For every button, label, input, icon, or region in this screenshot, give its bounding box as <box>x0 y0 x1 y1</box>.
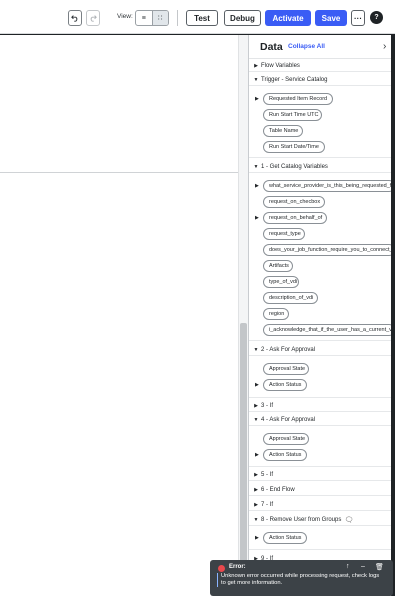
data-panel: Data Collapse All › ▶ Flow Variables ▼ T… <box>248 35 391 596</box>
caret-right-icon[interactable]: ▶ <box>255 96 259 102</box>
pill-run-start-time-utc[interactable]: Run Start Time UTC <box>263 109 322 121</box>
caret-down-icon: ▼ <box>253 76 259 83</box>
caret-right-icon: ▶ <box>254 402 258 409</box>
caret-down-icon: ▼ <box>253 163 259 170</box>
section-divider <box>249 549 391 550</box>
section-title: 7 - If <box>261 501 274 508</box>
view-label: View: <box>117 13 133 20</box>
canvas-scrollbar[interactable] <box>238 35 248 596</box>
section-trigger[interactable]: ▼ Trigger - Service Catalog <box>249 74 391 86</box>
toast-message: Unknown error occurred while processing … <box>217 573 385 587</box>
panel-edge <box>391 35 395 596</box>
redo-button[interactable] <box>86 10 100 26</box>
redo-icon <box>90 15 97 22</box>
pill-does-your-job-function[interactable]: does_your_job_function_require_you_to_co… <box>263 244 391 256</box>
section-title: 4 - Ask For Approval <box>261 416 316 423</box>
section-remove-user-from-groups-8[interactable]: ▼ 8 - Remove User from Groups 🗨 <box>249 514 391 526</box>
section-divider <box>249 340 391 341</box>
section-flow-variables[interactable]: ▶ Flow Variables <box>249 60 391 72</box>
canvas-scrollbar-thumb[interactable] <box>240 323 247 565</box>
section-title: 2 - Ask For Approval <box>261 346 316 353</box>
section-divider <box>249 157 391 158</box>
section-divider <box>249 397 391 398</box>
section-ask-for-approval-4[interactable]: ▼ 4 - Ask For Approval <box>249 414 391 426</box>
minimize-icon[interactable]: – <box>361 563 365 570</box>
section-title: Flow Variables <box>261 62 300 69</box>
pill-table-name[interactable]: Table Name <box>263 125 303 137</box>
caret-right-icon: ▶ <box>254 486 258 493</box>
section-get-catalog-variables[interactable]: ▼ 1 - Get Catalog Variables <box>249 161 391 173</box>
data-panel-title: Data <box>260 41 283 53</box>
flow-canvas[interactable] <box>0 35 248 596</box>
flow-toolbar: View: ≡ ∷ Test Debug Activate Save ··· ? <box>0 0 395 34</box>
pill-type-of-vdi[interactable]: type_of_vdi <box>263 276 299 288</box>
pill-request-on-checkbox[interactable]: request_on_checbox <box>263 196 325 208</box>
caret-right-icon: ▶ <box>254 62 258 69</box>
section-if-3[interactable]: ▶ 3 - If <box>249 400 391 412</box>
comment-icon[interactable]: 🗨 <box>344 516 353 524</box>
undo-button[interactable] <box>68 10 82 26</box>
pill-what-service-provider[interactable]: what_service_provider_is_this_being_requ… <box>263 180 391 192</box>
caret-down-icon: ▼ <box>253 416 259 423</box>
section-if-5[interactable]: ▶ 5 - If <box>249 469 391 481</box>
section-title: 5 - If <box>261 471 274 478</box>
debug-button[interactable]: Debug <box>224 10 261 26</box>
section-title: 1 - Get Catalog Variables <box>261 163 328 170</box>
collapse-all-link[interactable]: Collapse All <box>288 43 325 50</box>
pill-action-status[interactable]: Action Status <box>263 379 307 391</box>
pill-approval-state[interactable]: Approval State <box>263 363 309 375</box>
section-if-7[interactable]: ▶ 7 - If <box>249 499 391 511</box>
section-title: Trigger - Service Catalog <box>261 76 328 83</box>
pill-request-type[interactable]: request_type <box>263 228 305 240</box>
pill-artifacts[interactable]: Artifacts <box>263 260 293 272</box>
caret-right-icon[interactable]: ▶ <box>255 452 259 458</box>
pill-run-start-datetime[interactable]: Run Start Date/Time <box>263 141 325 153</box>
view-toggle: ≡ ∷ <box>135 10 169 26</box>
list-view-icon[interactable]: ≡ <box>136 11 152 25</box>
grid-view-icon[interactable]: ∷ <box>151 11 168 25</box>
test-button[interactable]: Test <box>186 10 218 26</box>
toast-title: Error: <box>229 564 246 570</box>
save-button[interactable]: Save <box>315 10 347 26</box>
caret-right-icon: ▶ <box>254 471 258 478</box>
activate-button[interactable]: Activate <box>265 10 311 26</box>
pill-i-acknowledge[interactable]: i_acknowledge_that_if_the_user_has_a_cur… <box>263 324 391 336</box>
pill-approval-state[interactable]: Approval State <box>263 433 309 445</box>
caret-right-icon[interactable]: ▶ <box>255 382 259 388</box>
caret-right-icon: ▶ <box>254 501 258 508</box>
caret-right-icon[interactable]: ▶ <box>255 535 259 541</box>
data-panel-header: Data Collapse All › <box>249 35 391 59</box>
pill-action-status[interactable]: Action Status <box>263 532 307 544</box>
trash-icon[interactable]: 🗑 <box>375 563 384 571</box>
section-ask-for-approval-2[interactable]: ▼ 2 - Ask For Approval <box>249 344 391 356</box>
section-title: 6 - End Flow <box>261 486 295 493</box>
section-end-flow-6[interactable]: ▶ 6 - End Flow <box>249 484 391 496</box>
toolbar-divider <box>177 10 178 26</box>
error-icon <box>218 565 225 572</box>
pill-request-on-behalf-of[interactable]: request_on_behalf_of <box>263 212 327 224</box>
more-options-button[interactable]: ··· <box>351 10 365 26</box>
caret-down-icon: ▼ <box>253 346 259 353</box>
undo-icon <box>71 15 78 22</box>
help-icon[interactable]: ? <box>370 11 383 24</box>
canvas-divider <box>0 172 238 173</box>
upload-icon[interactable]: ↑ <box>346 563 350 570</box>
caret-right-icon[interactable]: ▶ <box>255 215 259 221</box>
close-panel-icon[interactable]: › <box>383 41 386 52</box>
section-title: 8 - Remove User from Groups <box>261 516 342 523</box>
pill-region[interactable]: region <box>263 308 289 320</box>
pill-action-status[interactable]: Action Status <box>263 449 307 461</box>
section-divider <box>249 466 391 467</box>
section-title: 3 - If <box>261 402 274 409</box>
error-toast: Error: ↑ – 🗑 Unknown error occurred whil… <box>210 560 393 596</box>
caret-down-icon: ▼ <box>253 516 259 523</box>
caret-right-icon[interactable]: ▶ <box>255 183 259 189</box>
pill-description-of-vdi[interactable]: description_of_vdi <box>263 292 318 304</box>
pill-requested-item-record[interactable]: Requested Item Record <box>263 93 333 105</box>
